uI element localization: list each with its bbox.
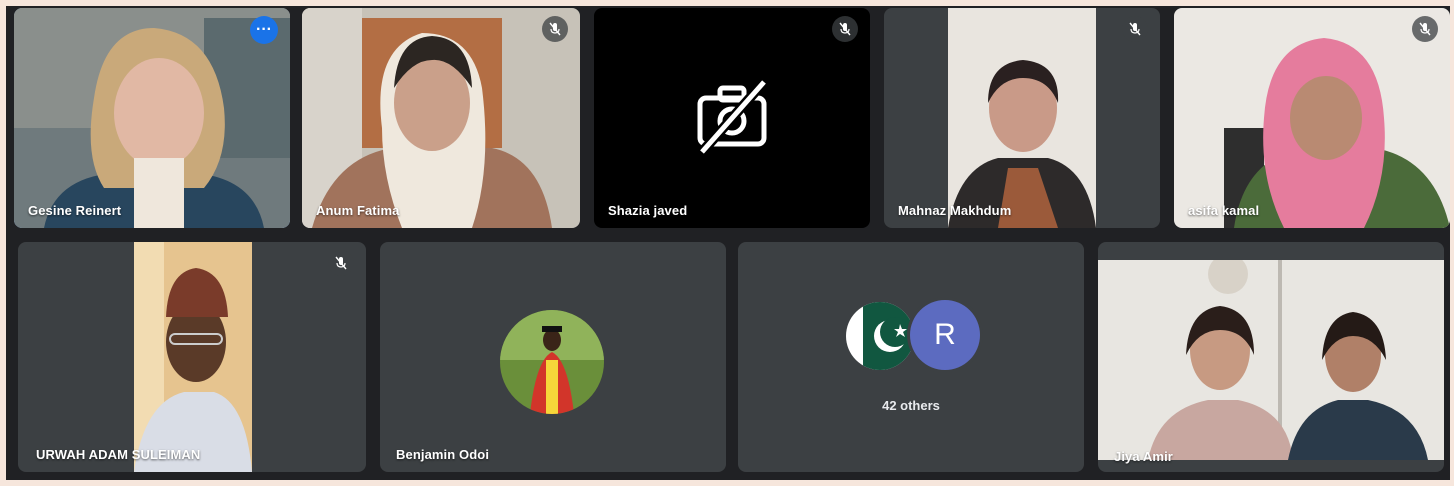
- participant-name: Gesine Reinert: [28, 203, 122, 218]
- others-count: 42 others: [882, 398, 940, 413]
- mic-off-icon: [832, 16, 858, 42]
- mic-off-icon: [542, 16, 568, 42]
- participant-tile[interactable]: URWAH ADAM SULEIMAN: [18, 242, 366, 472]
- mic-off-icon: [328, 250, 354, 276]
- meeting-grid: ··· Gesine Reinert Anum Fatima Shazia ja…: [6, 6, 1450, 480]
- participant-video: [14, 8, 290, 228]
- participant-tile[interactable]: asifa kamal: [1174, 8, 1450, 228]
- more-options-icon[interactable]: ···: [250, 16, 278, 44]
- camera-off-icon: [692, 76, 772, 161]
- participant-video: [1098, 260, 1444, 460]
- participant-name: Shazia javed: [608, 203, 688, 218]
- participant-video: [134, 242, 252, 472]
- flag-avatar: [846, 302, 914, 370]
- participant-tile[interactable]: ··· Gesine Reinert: [14, 8, 290, 228]
- participant-tile[interactable]: Anum Fatima: [302, 8, 580, 228]
- participant-tile[interactable]: Shazia javed: [594, 8, 870, 228]
- avatar: R: [910, 300, 980, 370]
- mic-off-icon: [1122, 16, 1148, 42]
- participant-video: [302, 8, 580, 228]
- participant-tile[interactable]: Benjamin Odoi: [380, 242, 726, 472]
- avatar: [500, 310, 604, 414]
- participant-tile[interactable]: Mahnaz Makhdum: [884, 8, 1160, 228]
- participant-name: Jiya Amir: [1114, 449, 1173, 464]
- participant-name: asifa kamal: [1188, 203, 1260, 218]
- mic-off-icon: [1412, 16, 1438, 42]
- participant-name: Mahnaz Makhdum: [898, 203, 1012, 218]
- participant-name: Anum Fatima: [316, 203, 400, 218]
- participant-name: URWAH ADAM SULEIMAN: [36, 447, 201, 462]
- others-tile[interactable]: R 42 others: [738, 242, 1084, 472]
- participant-video: [1174, 8, 1450, 228]
- participant-name: Benjamin Odoi: [396, 447, 490, 462]
- participant-video: [948, 8, 1096, 228]
- participant-tile[interactable]: Jiya Amir: [1098, 242, 1444, 472]
